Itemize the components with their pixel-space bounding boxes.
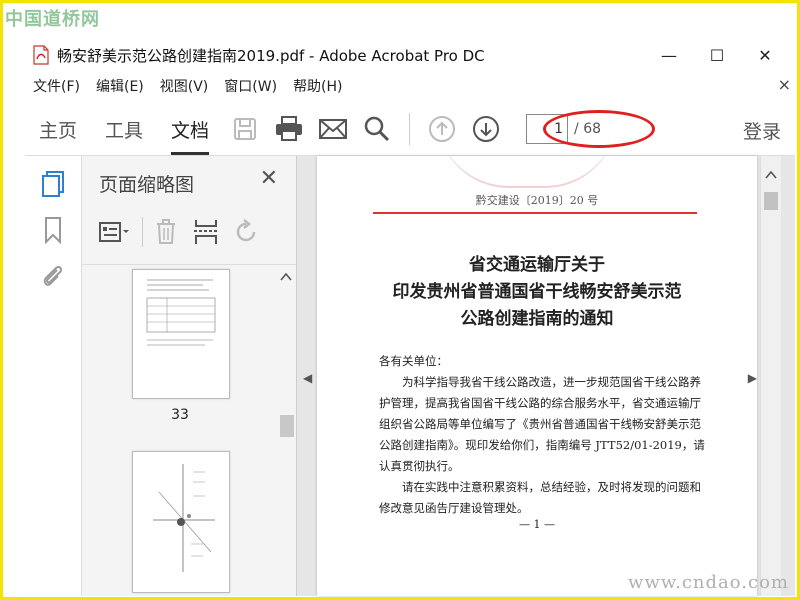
maximize-button[interactable]: ☐ [693, 39, 741, 71]
document-number: 黔交建设〔2019〕20 号 [475, 194, 599, 207]
search-icon[interactable] [359, 111, 395, 147]
site-watermark-bottom: www.cndao.com [628, 572, 789, 593]
delete-page-icon[interactable] [149, 216, 183, 248]
thumbnail-scrollbar[interactable] [278, 265, 294, 597]
collapse-right-pane-icon[interactable]: ▶ [748, 371, 757, 385]
thumbnail-list[interactable]: 33 [82, 264, 296, 597]
title-line: 省交通运输厅关于 [469, 255, 605, 275]
menu-bar: 文件(F) 编辑(E) 视图(V) 窗口(W) 帮助(H) × [25, 73, 795, 99]
print-icon[interactable] [271, 111, 307, 147]
main-toolbar: 主页 工具 文档 1 / 68 [25, 103, 795, 156]
previous-page-icon[interactable] [424, 111, 460, 147]
bookmark-icon[interactable] [35, 212, 71, 248]
close-document-button[interactable]: × [778, 75, 791, 94]
title-line: 印发贵州省普通国省干线畅安舒美示范 [392, 282, 682, 302]
toolbar-separator [409, 113, 411, 145]
page-thumbnail-33[interactable] [132, 269, 230, 399]
thumbnail-page-number: 33 [171, 407, 189, 423]
document-scrollbar[interactable] [760, 156, 781, 596]
page-thumbnail-34[interactable] [132, 451, 230, 593]
salutation: 各有关单位： [379, 354, 448, 368]
sign-in-link[interactable]: 登录 [743, 117, 781, 144]
thumbnail-toolbar [98, 214, 288, 250]
close-window-button[interactable]: ✕ [741, 39, 789, 71]
tool-separator [142, 217, 143, 247]
window-controls: — ☐ ✕ [645, 39, 789, 71]
rotate-page-icon[interactable] [229, 216, 263, 248]
screenshot-frame: 中国道桥网 畅安舒美示范公路创建指南2019.pdf - Adobe Acrob… [0, 0, 800, 600]
close-panel-button[interactable]: ✕ [260, 166, 278, 191]
menu-help[interactable]: 帮助(H) [293, 76, 342, 96]
pdf-file-icon [33, 45, 49, 65]
pdf-page: 黔交建设〔2019〕20 号 省交通运输厅关于 印发贵州省普通国省干线畅安舒美示… [317, 156, 757, 596]
tab-document[interactable]: 文档 [171, 103, 210, 155]
official-seal-fragment [437, 156, 617, 188]
tab-home[interactable]: 主页 [39, 103, 77, 155]
page-thumbnails-panel: 页面缩略图 ✕ 33 [82, 156, 297, 596]
red-header-rule [373, 212, 697, 214]
insert-page-icon[interactable] [189, 216, 223, 248]
body-paragraph: 请在实践中注意积累资料，总结经验，及时将发现的问题和修改意见函告厅建设管理处。 [379, 480, 701, 515]
site-watermark-top: 中国道桥网 [5, 9, 100, 30]
tab-tools[interactable]: 工具 [105, 103, 143, 155]
window-title: 畅安舒美示范公路创建指南2019.pdf - Adobe Acrobat Pro… [57, 46, 485, 65]
page-footer-number: — 1 — [519, 518, 555, 531]
body-paragraph: 为科学指导我省干线公路改造，进一步规范国省干线公路养护管理，提高我省国省干线公路… [379, 375, 705, 473]
menu-window[interactable]: 窗口(W) [224, 76, 277, 96]
highlight-annotation-ellipse [543, 110, 655, 148]
options-menu-icon[interactable] [98, 216, 132, 248]
next-page-icon[interactable] [468, 111, 504, 147]
email-icon[interactable] [315, 111, 351, 147]
attachment-icon[interactable] [35, 258, 71, 294]
minimize-button[interactable]: — [645, 39, 693, 71]
document-viewport: ◀ 黔交建设〔2019〕20 号 省交通运输厅关于 印发贵州省普通国省干线畅安舒… [297, 156, 795, 596]
title-bar: 畅安舒美示范公路创建指南2019.pdf - Adobe Acrobat Pro… [25, 39, 795, 71]
collapse-left-pane-icon[interactable]: ◀ [303, 371, 312, 385]
menu-file[interactable]: 文件(F) [33, 76, 80, 96]
title-line: 公路创建指南的通知 [460, 309, 614, 329]
document-body: 各有关单位： 为科学指导我省干线公路改造，进一步规范国省干线公路养护管理，提高我… [379, 351, 707, 519]
page-thumbnails-icon[interactable] [35, 166, 71, 202]
menu-view[interactable]: 视图(V) [160, 76, 209, 96]
navigation-pane-bar [25, 156, 82, 596]
document-title: 省交通运输厅关于 印发贵州省普通国省干线畅安舒美示范 公路创建指南的通知 [317, 252, 757, 333]
save-icon[interactable] [227, 111, 263, 147]
thumbnail-scroll-thumb[interactable] [280, 415, 294, 437]
panel-title: 页面缩略图 [99, 174, 195, 196]
document-scroll-thumb[interactable] [764, 192, 778, 210]
menu-edit[interactable]: 编辑(E) [96, 76, 144, 96]
